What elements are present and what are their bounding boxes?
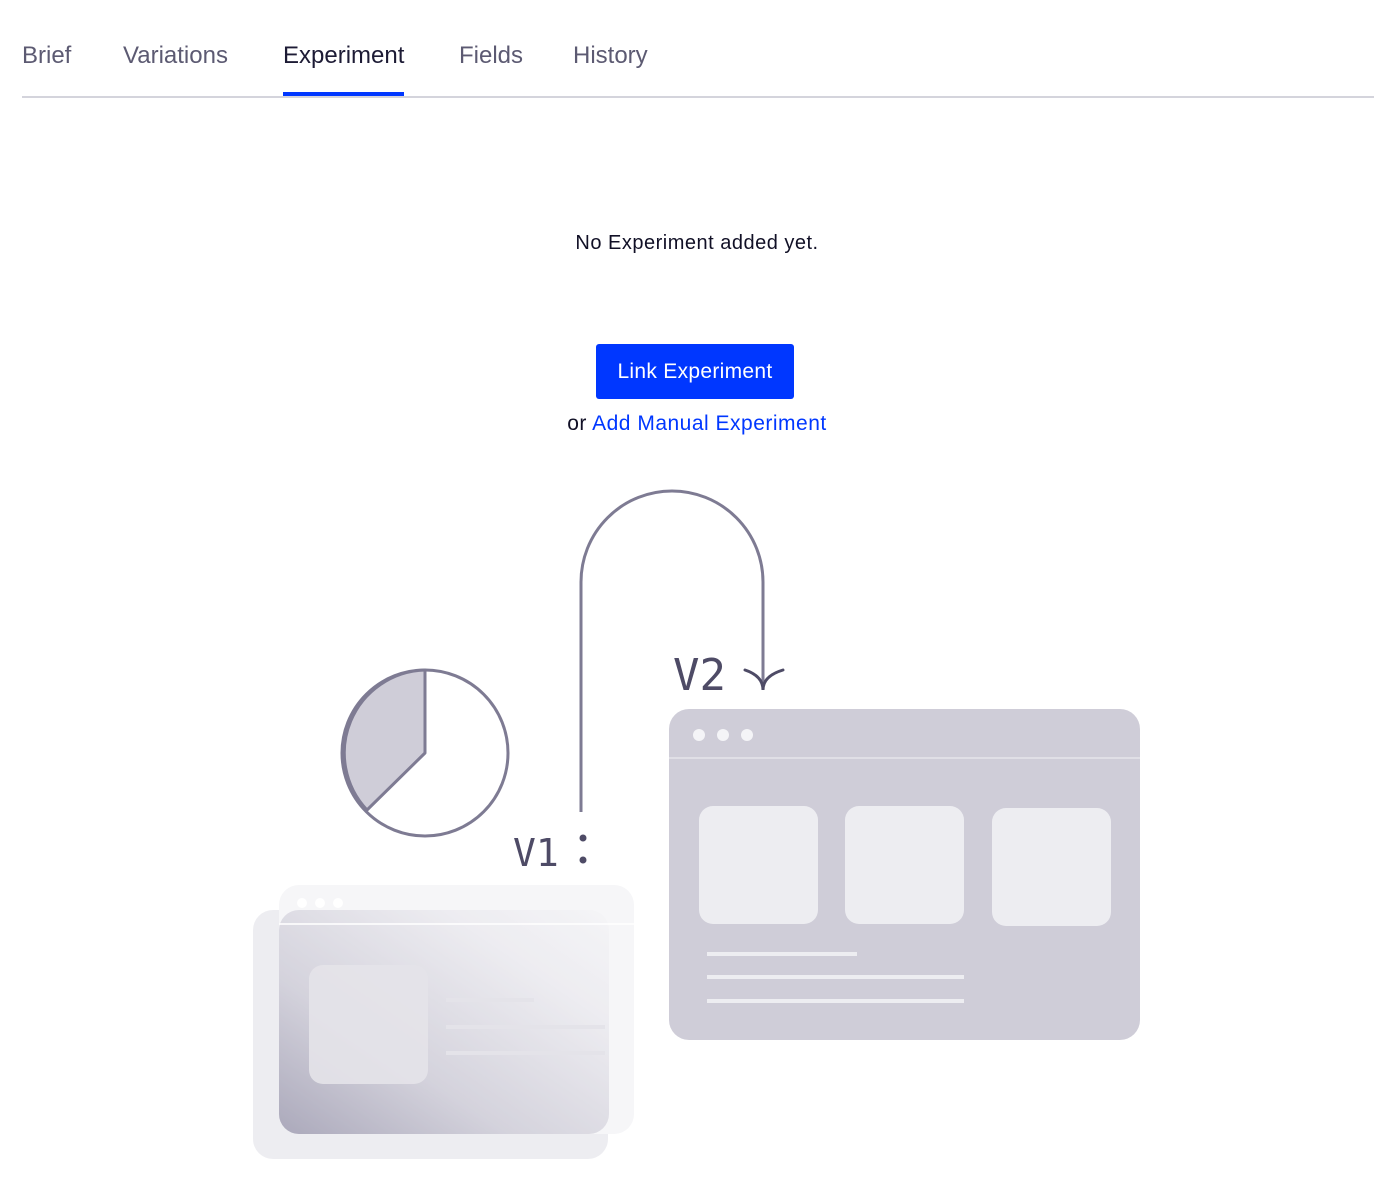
colon-dot: [579, 834, 587, 842]
pie-chart-icon: [340, 668, 510, 838]
colon-dot: [579, 856, 587, 864]
v1-browser-window: [253, 885, 634, 1159]
v1-label: V1: [513, 831, 559, 875]
v2-browser-window: [669, 709, 1140, 1040]
v2-label: V2: [673, 650, 726, 701]
experiment-illustration: V1 V2: [253, 489, 1140, 1159]
